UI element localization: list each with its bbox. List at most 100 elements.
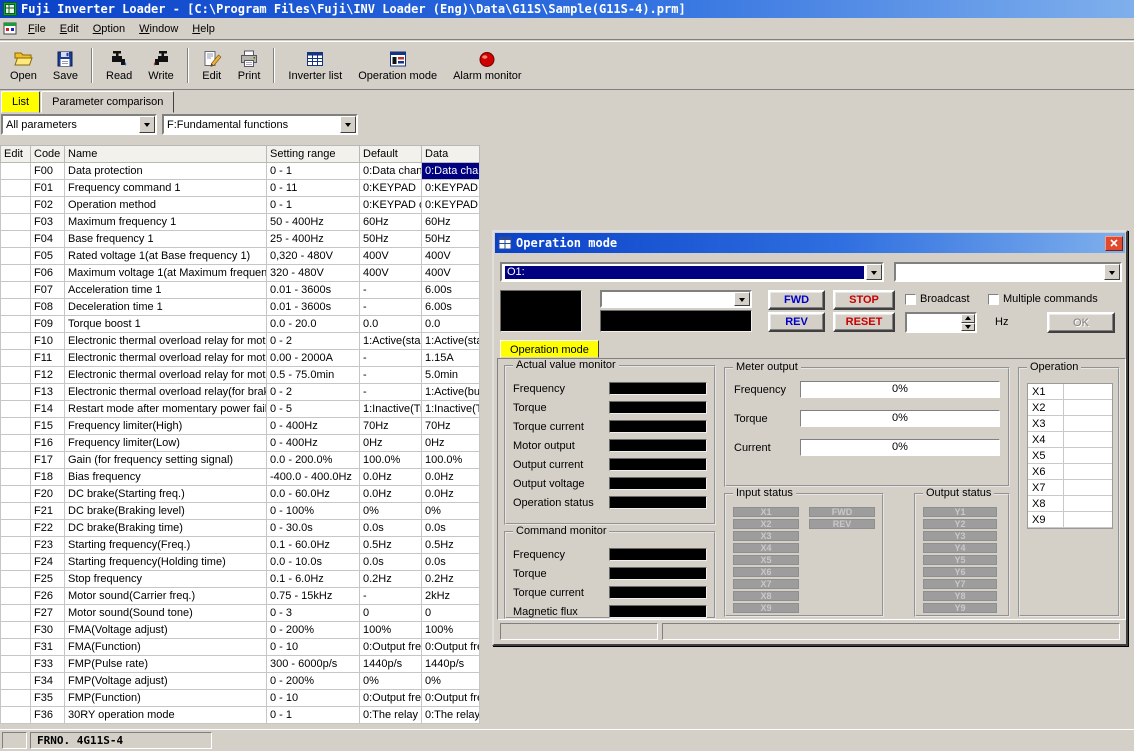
toolbar-button-edit[interactable]: Edit [194, 47, 230, 84]
cell-default[interactable]: 0.0s [360, 520, 422, 537]
toolbar-button-read[interactable]: Read [98, 47, 140, 84]
cell-default[interactable]: 100.0% [360, 452, 422, 469]
cell-default[interactable]: 70Hz [360, 418, 422, 435]
cell-code[interactable]: F25 [31, 571, 65, 588]
secondary-select[interactable] [894, 262, 1122, 282]
cell-data[interactable]: 2kHz [422, 588, 480, 605]
operation-row-x1[interactable]: X1 [1028, 384, 1112, 400]
cell-data[interactable]: 0.0 [422, 316, 480, 333]
cell-range[interactable]: 0 - 2 [267, 384, 360, 401]
cell-data[interactable]: 0:Output fre [422, 690, 480, 707]
cell-name[interactable]: Starting frequency(Holding time) [65, 554, 267, 571]
operation-row-x2[interactable]: X2 [1028, 400, 1112, 416]
cell-name[interactable]: Starting frequency(Freq.) [65, 537, 267, 554]
cell-name[interactable]: Frequency limiter(Low) [65, 435, 267, 452]
table-row-f03[interactable]: F03Maximum frequency 150 - 400Hz60Hz60Hz [1, 214, 480, 231]
cell-data[interactable]: 0:KEYPAD o [422, 197, 480, 214]
chevron-down-icon[interactable] [866, 264, 882, 280]
cell-code[interactable]: F26 [31, 588, 65, 605]
toolbar-button-save[interactable]: Save [45, 47, 86, 84]
reset-button[interactable]: RESET [833, 312, 895, 332]
column-header-code[interactable]: Code [31, 146, 65, 163]
table-row-f30[interactable]: F30FMA(Voltage adjust)0 - 200%100%100% [1, 622, 480, 639]
cell-code[interactable]: F27 [31, 605, 65, 622]
cell-edit[interactable] [1, 486, 31, 503]
cell-default[interactable]: - [360, 588, 422, 605]
table-row-f16[interactable]: F16Frequency limiter(Low)0 - 400Hz0Hz0Hz [1, 435, 480, 452]
table-row-f27[interactable]: F27Motor sound(Sound tone)0 - 300 [1, 605, 480, 622]
chevron-down-icon[interactable] [1104, 264, 1120, 280]
cell-edit[interactable] [1, 231, 31, 248]
cell-edit[interactable] [1, 163, 31, 180]
cell-data[interactable]: 0% [422, 673, 480, 690]
cell-name[interactable]: FMA(Function) [65, 639, 267, 656]
cell-code[interactable]: F09 [31, 316, 65, 333]
cell-range[interactable]: 300 - 6000p/s [267, 656, 360, 673]
table-row-f00[interactable]: F00Data protection0 - 10:Data chan0:Data… [1, 163, 480, 180]
cell-data[interactable]: 6.00s [422, 299, 480, 316]
function-group-select[interactable]: F:Fundamental functions [162, 114, 358, 135]
toolbar-button-operation-mode[interactable]: Operation mode [350, 47, 445, 84]
frequency-stepper[interactable] [905, 312, 977, 333]
cell-edit[interactable] [1, 469, 31, 486]
cell-code[interactable]: F21 [31, 503, 65, 520]
cell-range[interactable]: 0.0 - 60.0Hz [267, 486, 360, 503]
cell-name[interactable]: Motor sound(Carrier freq.) [65, 588, 267, 605]
cell-code[interactable]: F23 [31, 537, 65, 554]
cell-code[interactable]: F06 [31, 265, 65, 282]
cell-default[interactable]: 0.0s [360, 554, 422, 571]
cell-range[interactable]: 0.00 - 2000A [267, 350, 360, 367]
checkbox-icon[interactable] [905, 294, 916, 305]
cell-data[interactable]: 1.15A [422, 350, 480, 367]
cell-range[interactable]: 50 - 400Hz [267, 214, 360, 231]
cell-data[interactable]: 0.0s [422, 554, 480, 571]
cell-code[interactable]: F35 [31, 690, 65, 707]
cell-data[interactable]: 1:Active(sta [422, 333, 480, 350]
table-row-f17[interactable]: F17Gain (for frequency setting signal)0.… [1, 452, 480, 469]
cell-data[interactable]: 50Hz [422, 231, 480, 248]
cell-data[interactable]: 0.0Hz [422, 469, 480, 486]
cell-code[interactable]: F11 [31, 350, 65, 367]
operation-row-x3[interactable]: X3 [1028, 416, 1112, 432]
table-row-f11[interactable]: F11Electronic thermal overload relay for… [1, 350, 480, 367]
cell-edit[interactable] [1, 265, 31, 282]
table-row-f04[interactable]: F04Base frequency 125 - 400Hz50Hz50Hz [1, 231, 480, 248]
tab-list[interactable]: List [1, 91, 40, 113]
table-row-f15[interactable]: F15Frequency limiter(High)0 - 400Hz70Hz7… [1, 418, 480, 435]
cell-code[interactable]: F31 [31, 639, 65, 656]
toolbar-button-open[interactable]: Open [2, 47, 45, 84]
cell-range[interactable]: 0.0 - 10.0s [267, 554, 360, 571]
cell-range[interactable]: 0 - 11 [267, 180, 360, 197]
cell-range[interactable]: 0 - 200% [267, 673, 360, 690]
cell-name[interactable]: DC brake(Starting freq.) [65, 486, 267, 503]
cell-default[interactable]: 0:Data chan [360, 163, 422, 180]
cell-name[interactable]: Frequency command 1 [65, 180, 267, 197]
cell-edit[interactable] [1, 282, 31, 299]
cell-name[interactable]: Electronic thermal overload relay for mo… [65, 350, 267, 367]
table-row-f21[interactable]: F21DC brake(Braking level)0 - 100%0%0% [1, 503, 480, 520]
cell-range[interactable]: 0 - 10 [267, 639, 360, 656]
cell-code[interactable]: F10 [31, 333, 65, 350]
table-row-f02[interactable]: F02Operation method0 - 10:KEYPAD o0:KEYP… [1, 197, 480, 214]
cell-default[interactable]: 0:Output fre [360, 639, 422, 656]
toolbar-button-alarm-monitor[interactable]: Alarm monitor [445, 47, 529, 84]
checkbox-icon[interactable] [988, 294, 999, 305]
cell-default[interactable]: 1:Inactive(Tr [360, 401, 422, 418]
cell-data[interactable]: 0:The relay [422, 707, 480, 724]
cell-name[interactable]: Restart mode after momentary power fail [65, 401, 267, 418]
cell-name[interactable]: Base frequency 1 [65, 231, 267, 248]
cell-range[interactable]: 0,320 - 480V [267, 248, 360, 265]
cell-code[interactable]: F14 [31, 401, 65, 418]
cell-name[interactable]: 30RY operation mode [65, 707, 267, 724]
cell-edit[interactable] [1, 384, 31, 401]
cell-range[interactable]: 0 - 10 [267, 690, 360, 707]
cell-range[interactable]: 0.1 - 60.0Hz [267, 537, 360, 554]
cell-edit[interactable] [1, 673, 31, 690]
cell-range[interactable]: 25 - 400Hz [267, 231, 360, 248]
toolbar-button-write[interactable]: Write [140, 47, 181, 84]
cell-edit[interactable] [1, 537, 31, 554]
cell-code[interactable]: F07 [31, 282, 65, 299]
frequency-input[interactable] [907, 314, 961, 331]
table-row-f34[interactable]: F34FMP(Voltage adjust)0 - 200%0%0% [1, 673, 480, 690]
table-row-f35[interactable]: F35FMP(Function)0 - 100:Output fre0:Outp… [1, 690, 480, 707]
